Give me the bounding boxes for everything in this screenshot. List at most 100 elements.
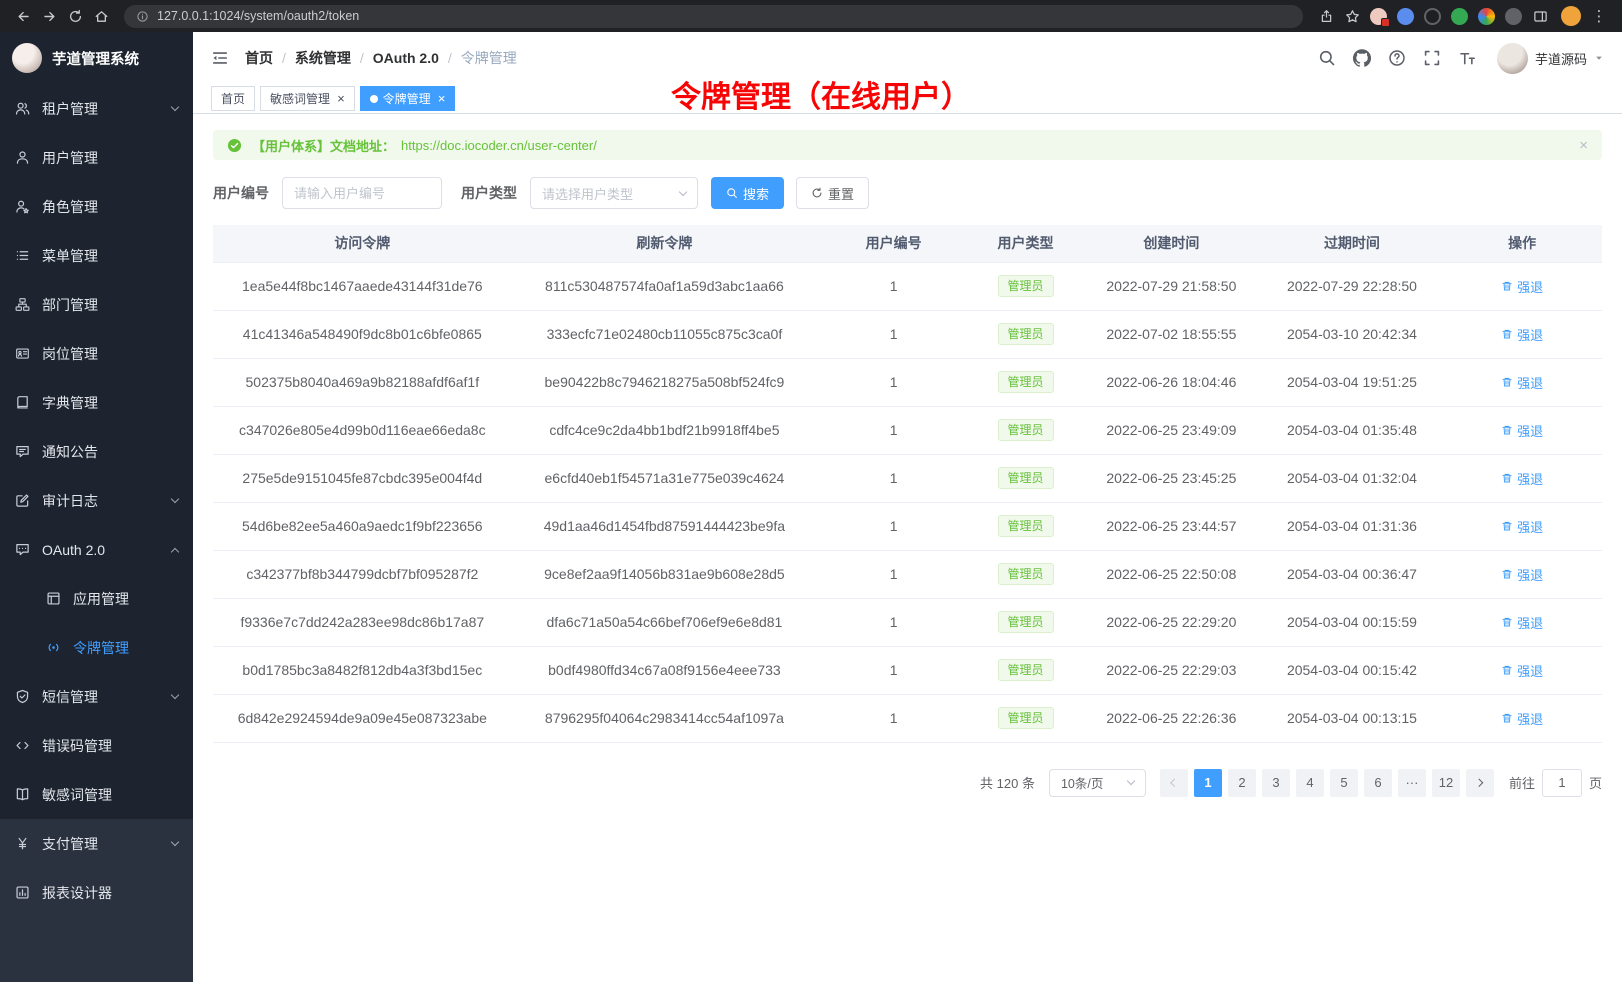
page-size-select[interactable]: 10条/页: [1049, 769, 1146, 797]
browser-toolbar: 127.0.0.1:1024/system/oauth2/token ⋮: [0, 0, 1622, 32]
sidebar-item[interactable]: 短信管理: [0, 672, 193, 721]
sidebar-item[interactable]: 租户管理: [0, 84, 193, 133]
annotation-text: 令牌管理（在线用户）: [671, 72, 971, 116]
refresh-token-cell: cdfc4ce9c2da4bb1bdf21b9918ff4be5: [512, 406, 818, 454]
breadcrumb-item[interactable]: 系统管理: [273, 48, 351, 68]
breadcrumb-item[interactable]: OAuth 2.0: [351, 50, 439, 66]
next-page-button[interactable]: [1466, 769, 1494, 797]
goto-page-input[interactable]: [1542, 769, 1582, 797]
force-logout-button[interactable]: 强退: [1501, 613, 1543, 632]
page-button[interactable]: 2: [1228, 769, 1256, 797]
user-id-input[interactable]: [282, 177, 442, 209]
alert-close-icon[interactable]: ×: [1579, 138, 1588, 153]
share-icon[interactable]: [1313, 3, 1339, 29]
browser-forward-button[interactable]: [36, 3, 62, 29]
sidebar-item[interactable]: 角色管理: [0, 182, 193, 231]
action-cell: 强退: [1442, 646, 1602, 694]
user-id-label: 用户编号: [213, 183, 269, 203]
extension-icon[interactable]: [1451, 8, 1468, 25]
tab[interactable]: 令牌管理 ×: [360, 86, 456, 111]
search-button[interactable]: 搜索: [711, 177, 784, 209]
reset-button[interactable]: 重置: [796, 177, 869, 209]
refresh-token-cell: 9ce8ef2aa9f14056b831ae9b608e28d5: [512, 550, 818, 598]
bookmark-star-icon[interactable]: [1339, 3, 1365, 29]
tab[interactable]: 首页 ×: [211, 86, 255, 111]
refresh-token-cell: 811c530487574fa0af1a59d3abc1aa66: [512, 262, 818, 310]
sidebar-item[interactable]: 岗位管理: [0, 329, 193, 378]
page-button[interactable]: 5: [1330, 769, 1358, 797]
sidebar-item[interactable]: 报表设计器: [0, 868, 193, 917]
sidebar-toggle[interactable]: [211, 49, 229, 67]
sidebar-item[interactable]: 部门管理: [0, 280, 193, 329]
dept-icon: [15, 297, 30, 312]
tab-close-icon[interactable]: ×: [438, 92, 446, 105]
fullscreen-icon[interactable]: [1423, 49, 1441, 67]
table-row: c347026e805e4d99b0d116eae66eda8c cdfc4ce…: [213, 406, 1602, 454]
breadcrumb-item[interactable]: 令牌管理: [439, 48, 517, 68]
page-button[interactable]: 12: [1432, 769, 1460, 797]
force-logout-button[interactable]: 强退: [1501, 421, 1543, 440]
trash-icon: [1501, 520, 1513, 532]
force-logout-button[interactable]: 强退: [1501, 661, 1543, 680]
user-type-select[interactable]: 请选择用户类型: [530, 177, 698, 209]
tab-close-icon[interactable]: ×: [337, 92, 345, 105]
force-logout-button[interactable]: 强退: [1501, 709, 1543, 728]
app-logo[interactable]: 芋道管理系统: [0, 32, 193, 84]
table-row: 6d842e2924594de9a09e45e087323abe 8796295…: [213, 694, 1602, 742]
sidebar-item[interactable]: 支付管理: [0, 819, 193, 868]
help-icon[interactable]: [1388, 49, 1406, 67]
extension-icon[interactable]: [1478, 8, 1495, 25]
page-button[interactable]: 4: [1296, 769, 1324, 797]
force-logout-button[interactable]: 强退: [1501, 517, 1543, 536]
search-icon[interactable]: [1318, 49, 1336, 67]
side-panel-icon[interactable]: [1527, 3, 1553, 29]
github-icon[interactable]: [1353, 49, 1371, 67]
force-logout-button[interactable]: 强退: [1501, 469, 1543, 488]
success-check-icon: [227, 138, 242, 153]
browser-menu-icon[interactable]: ⋮: [1586, 3, 1612, 29]
prev-page-button[interactable]: [1160, 769, 1188, 797]
browser-reload-button[interactable]: [62, 3, 88, 29]
browser-back-button[interactable]: [10, 3, 36, 29]
tab[interactable]: 敏感词管理 ×: [260, 86, 355, 111]
sidebar-item[interactable]: 菜单管理: [0, 231, 193, 280]
created-time-cell: 2022-06-25 23:49:09: [1081, 406, 1262, 454]
page-button[interactable]: 3: [1262, 769, 1290, 797]
site-info-icon[interactable]: [136, 10, 149, 23]
doc-link[interactable]: https://doc.iocoder.cn/user-center/: [401, 138, 597, 153]
force-logout-button[interactable]: 强退: [1501, 565, 1543, 584]
sidebar-item[interactable]: 用户管理: [0, 133, 193, 182]
chevron-icon: [171, 838, 179, 846]
sidebar-item[interactable]: 错误码管理: [0, 721, 193, 770]
page-button[interactable]: 1: [1194, 769, 1222, 797]
role-icon: [15, 199, 30, 214]
browser-home-button[interactable]: [88, 3, 114, 29]
chevron-right-icon: [1475, 779, 1483, 787]
breadcrumb-item[interactable]: 首页: [245, 48, 273, 68]
sidebar-item[interactable]: OAuth 2.0: [0, 525, 193, 574]
sidebar-item[interactable]: 字典管理: [0, 378, 193, 427]
extension-icon[interactable]: [1505, 8, 1522, 25]
user-menu[interactable]: 芋道源码: [1497, 43, 1604, 74]
page-button[interactable]: ···: [1398, 769, 1426, 797]
extension-icon[interactable]: [1424, 8, 1441, 25]
force-logout-button[interactable]: 强退: [1501, 277, 1543, 296]
created-time-cell: 2022-06-25 22:26:36: [1081, 694, 1262, 742]
expire-time-cell: 2054-03-04 00:15:42: [1262, 646, 1443, 694]
address-bar[interactable]: 127.0.0.1:1024/system/oauth2/token: [124, 5, 1303, 28]
browser-profile-avatar[interactable]: [1561, 6, 1581, 26]
font-size-icon[interactable]: [1458, 49, 1476, 67]
force-logout-button[interactable]: 强退: [1501, 325, 1543, 344]
sidebar-item[interactable]: 审计日志: [0, 476, 193, 525]
user-type-label: 用户类型: [461, 183, 517, 203]
sidebar-item[interactable]: 敏感词管理: [0, 770, 193, 819]
sidebar-item[interactable]: 通知公告: [0, 427, 193, 476]
report-icon: [15, 885, 30, 900]
extension-icon[interactable]: [1397, 8, 1414, 25]
extension-icon[interactable]: [1370, 8, 1387, 25]
force-logout-button[interactable]: 强退: [1501, 373, 1543, 392]
column-header: 创建时间: [1081, 225, 1262, 262]
page-button[interactable]: 6: [1364, 769, 1392, 797]
sidebar-item[interactable]: 应用管理: [0, 574, 193, 623]
sidebar-item[interactable]: 令牌管理: [0, 623, 193, 672]
